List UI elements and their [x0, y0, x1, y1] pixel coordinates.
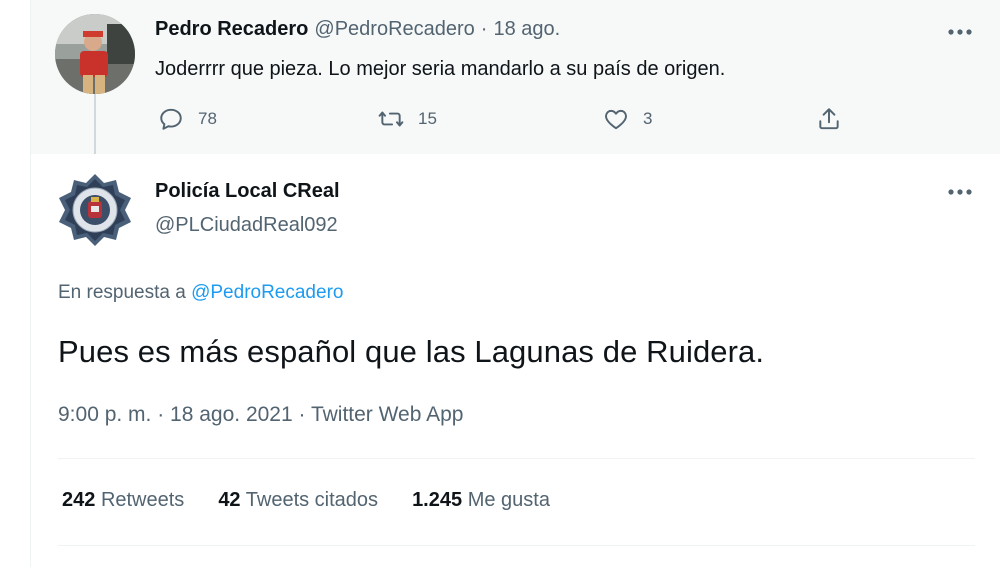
comment-icon [160, 108, 182, 130]
like-count: 3 [643, 109, 653, 128]
stat-retweets[interactable]: 242 Retweets [62, 489, 184, 512]
reply-context-mention[interactable]: @PedroRecadero [191, 282, 343, 303]
tweet-author-name[interactable]: Policía Local CReal [155, 180, 340, 203]
reply-action-share[interactable] [816, 106, 842, 132]
reply-separator: · [480, 18, 488, 40]
stat-likes-label: Me gusta [467, 489, 550, 511]
left-panel-edge [0, 0, 31, 567]
heart-icon [605, 109, 627, 130]
stat-retweets-label: Retweets [100, 489, 185, 511]
reply-context: En respuesta a @PedroRecadero [58, 282, 343, 304]
retweet-icon [378, 111, 404, 127]
reply-text: Joderrrr que pieza. Lo mejor seria manda… [155, 58, 726, 80]
reply-author-name[interactable]: Pedro Recadero [155, 18, 308, 41]
reply-action-retweet[interactable]: 15 [378, 106, 437, 132]
tweet-author-handle[interactable]: @PLCiudadReal092 [155, 214, 338, 237]
avatar-pedro-recadero[interactable] [55, 14, 135, 94]
stat-quotes-label: Tweets citados [245, 489, 379, 511]
stat-quotes-value: 42 [218, 489, 241, 511]
tweet-timestamp[interactable]: 9:00 p. m. · 18 ago. 2021 · Twitter Web … [58, 403, 463, 427]
avatar-policia-local[interactable] [55, 170, 135, 250]
reply-context-prefix: En respuesta a [58, 282, 186, 303]
share-icon [819, 108, 839, 130]
reply-action-like[interactable]: 3 [603, 106, 652, 132]
divider-bottom [58, 545, 975, 546]
reply-header: Pedro Recadero @PedroRecadero · 18 ago. [155, 18, 560, 41]
reply-date[interactable]: 18 ago. [493, 18, 560, 41]
tweet-text: Pues es más español que las Lagunas de R… [58, 334, 765, 369]
divider-top [58, 458, 975, 459]
reply-author-handle[interactable]: @PedroRecadero [314, 18, 474, 41]
stat-quotes[interactable]: 42 Tweets citados [218, 489, 378, 512]
reply-count: 78 [198, 109, 217, 128]
reply-more-icon[interactable] [944, 16, 976, 48]
stat-retweets-value: 242 [62, 489, 96, 511]
reply-action-comment[interactable]: 78 [158, 106, 217, 132]
retweet-count: 15 [418, 109, 437, 128]
stat-likes-value: 1.245 [412, 489, 463, 511]
police-badge-icon [55, 170, 135, 250]
tweet-stats: 242 Retweets 42 Tweets citados 1.245 Me … [62, 489, 550, 512]
tweet-more-icon[interactable] [944, 176, 976, 208]
stat-likes[interactable]: 1.245 Me gusta [412, 489, 550, 512]
